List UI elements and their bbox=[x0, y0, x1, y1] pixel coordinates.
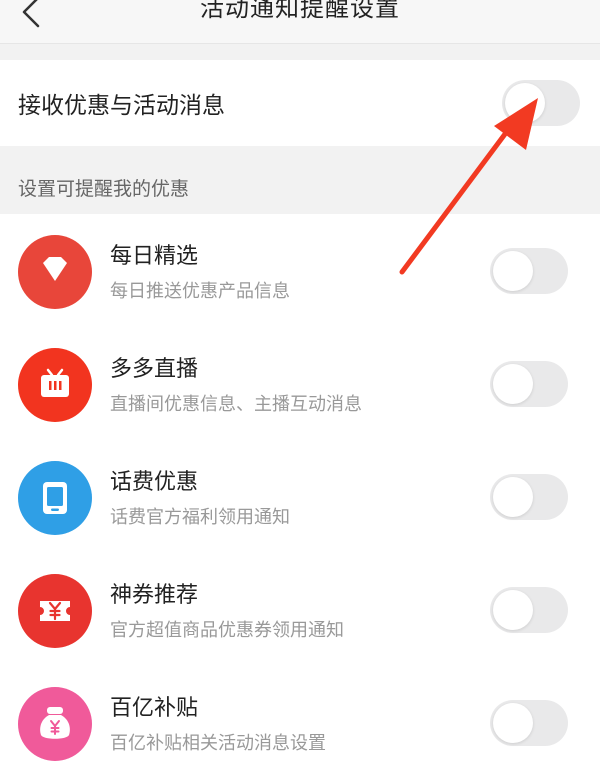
live-stream-toggle[interactable] bbox=[490, 361, 568, 407]
item-name: 百亿补贴 bbox=[110, 696, 199, 721]
toggle-knob bbox=[505, 83, 545, 123]
toggle-knob bbox=[493, 703, 533, 743]
section-header: 设置可提醒我的优惠 bbox=[0, 146, 600, 214]
receive-promotions-label: 接收优惠与活动消息 bbox=[18, 93, 225, 119]
item-desc: 直播间优惠信息、主播互动消息 bbox=[110, 394, 362, 415]
nav-bar: 活动通知提醒设置 bbox=[0, 0, 600, 44]
daily-picks-toggle[interactable] bbox=[490, 248, 568, 294]
diamond-icon bbox=[18, 235, 92, 309]
item-name: 多多直播 bbox=[110, 357, 199, 382]
section-title: 设置可提醒我的优惠 bbox=[18, 178, 190, 200]
page-title: 活动通知提醒设置 bbox=[200, 0, 400, 22]
list-item-phone-credit: 话费优惠 话费官方福利领用通知 bbox=[0, 440, 600, 553]
item-desc: 每日推送优惠产品信息 bbox=[110, 281, 290, 302]
promotion-list: 每日精选 每日推送优惠产品信息 多多直播 直播间优惠信息、主播互动消息 话费优惠… bbox=[0, 214, 600, 777]
item-name: 神券推荐 bbox=[110, 583, 199, 608]
item-desc: 官方超值商品优惠券领用通知 bbox=[110, 620, 344, 641]
item-desc: 话费官方福利领用通知 bbox=[110, 507, 290, 528]
item-desc: 百亿补贴相关活动消息设置 bbox=[110, 733, 326, 754]
receive-promotions-row: 接收优惠与活动消息 bbox=[0, 60, 600, 146]
phone-credit-toggle[interactable] bbox=[490, 474, 568, 520]
money-bag-icon bbox=[18, 687, 92, 761]
super-coupons-toggle[interactable] bbox=[490, 587, 568, 633]
list-item-subsidy: 百亿补贴 百亿补贴相关活动消息设置 bbox=[0, 666, 600, 777]
receive-promotions-toggle[interactable] bbox=[502, 80, 580, 126]
tablet-icon bbox=[18, 461, 92, 535]
list-item-daily-picks: 每日精选 每日推送优惠产品信息 bbox=[0, 214, 600, 327]
tv-icon bbox=[18, 348, 92, 422]
coupon-icon bbox=[18, 574, 92, 648]
toggle-knob bbox=[493, 590, 533, 630]
toggle-knob bbox=[493, 364, 533, 404]
list-item-live-stream: 多多直播 直播间优惠信息、主播互动消息 bbox=[0, 327, 600, 440]
subsidy-toggle[interactable] bbox=[490, 700, 568, 746]
item-name: 每日精选 bbox=[110, 244, 199, 269]
toggle-knob bbox=[493, 251, 533, 291]
toggle-knob bbox=[493, 477, 533, 517]
item-name: 话费优惠 bbox=[110, 470, 199, 495]
list-item-super-coupons: 神券推荐 官方超值商品优惠券领用通知 bbox=[0, 553, 600, 666]
